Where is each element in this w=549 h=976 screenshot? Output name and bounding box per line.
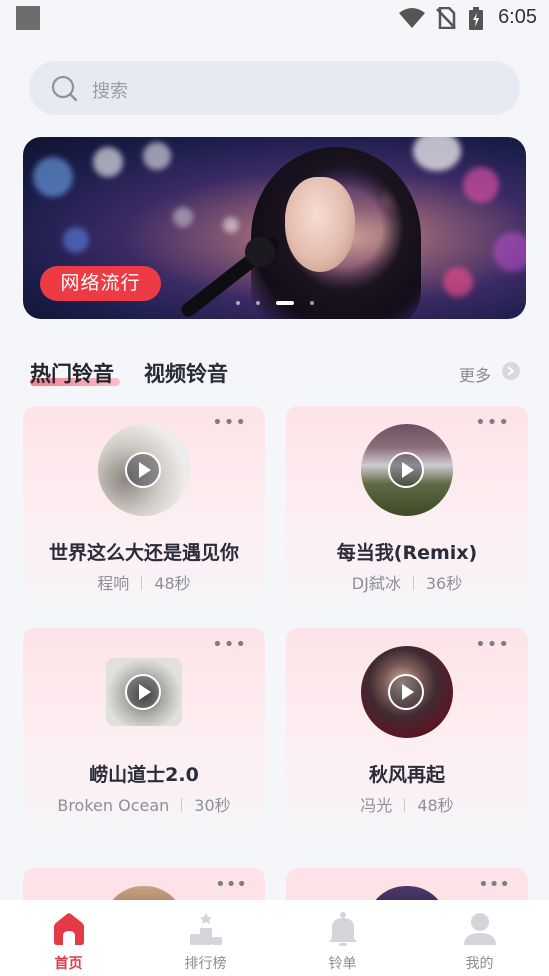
more-link[interactable]: 更多: [459, 362, 491, 386]
nav-ringlist-label: 铃单: [328, 956, 357, 972]
search-icon: [51, 75, 78, 102]
banner-tag: 网络流行: [40, 266, 161, 301]
ringtone-card[interactable]: ••• 每当我(Remix) DJ弑冰 36秒: [286, 406, 528, 604]
home-icon: [54, 913, 84, 945]
ringtone-card[interactable]: ••• 崂山道士2.0 Broken Ocean 30秒: [23, 628, 265, 826]
search-bar[interactable]: 搜索: [29, 61, 520, 115]
ringtone-card[interactable]: ••• 秋风再起 冯光 48秒: [286, 628, 528, 826]
tab-video-ringtones[interactable]: 视频铃音: [144, 358, 228, 388]
user-icon: [464, 913, 496, 945]
nav-profile[interactable]: 我的: [411, 900, 548, 976]
more-options-icon[interactable]: •••: [478, 876, 510, 894]
clock: 6:05: [498, 6, 537, 28]
duration: 48秒: [154, 574, 191, 593]
song-title: 每当我(Remix): [336, 542, 478, 564]
wifi-icon: [399, 8, 425, 28]
play-icon[interactable]: [125, 452, 161, 488]
chevron-right-icon[interactable]: [502, 362, 520, 380]
play-icon[interactable]: [388, 452, 424, 488]
song-meta: 冯光 48秒: [286, 792, 528, 816]
no-sim-icon: [436, 7, 456, 29]
podium-icon: [190, 913, 222, 945]
artist: 程响: [97, 574, 130, 593]
duration: 48秒: [417, 796, 454, 815]
more-options-icon[interactable]: •••: [212, 636, 247, 654]
play-icon[interactable]: [388, 674, 424, 710]
ringtone-card[interactable]: ••• 世界这么大还是遇见你 程响 48秒: [23, 406, 265, 604]
more-options-icon[interactable]: •••: [215, 876, 247, 894]
more-options-icon[interactable]: •••: [475, 636, 510, 654]
nav-ranking-label: 排行榜: [184, 956, 227, 972]
song-meta: DJ弑冰 36秒: [286, 570, 528, 594]
more-options-icon[interactable]: •••: [212, 414, 247, 432]
search-placeholder: 搜索: [92, 81, 128, 102]
status-bar: 6:05: [0, 0, 549, 38]
more-options-icon[interactable]: •••: [475, 414, 510, 432]
song-title: 秋风再起: [368, 764, 445, 786]
song-meta: 程响 48秒: [23, 570, 265, 594]
artist: Broken Ocean: [57, 796, 170, 815]
nav-home-label: 首页: [54, 956, 83, 972]
artist: DJ弑冰: [351, 574, 401, 593]
duration: 36秒: [425, 574, 463, 593]
notification-icon: [16, 6, 40, 30]
duration: 30秒: [194, 796, 231, 815]
nav-ringlist[interactable]: 铃单: [274, 900, 411, 976]
nav-profile-label: 我的: [465, 956, 494, 972]
tab-hot-ringtones[interactable]: 热门铃音: [30, 358, 114, 388]
song-title: 世界这么大还是遇见你: [48, 542, 239, 564]
song-meta: Broken Ocean 30秒: [23, 792, 265, 816]
play-icon[interactable]: [125, 674, 161, 710]
bell-icon: [329, 912, 357, 946]
nav-ranking[interactable]: 排行榜: [137, 900, 274, 976]
artist: 冯光: [360, 796, 393, 815]
song-title: 崂山道士2.0: [89, 764, 199, 786]
battery-icon: [469, 7, 483, 30]
bottom-nav: 首页 排行榜 铃单 我的: [0, 900, 549, 976]
nav-home[interactable]: 首页: [0, 900, 137, 976]
